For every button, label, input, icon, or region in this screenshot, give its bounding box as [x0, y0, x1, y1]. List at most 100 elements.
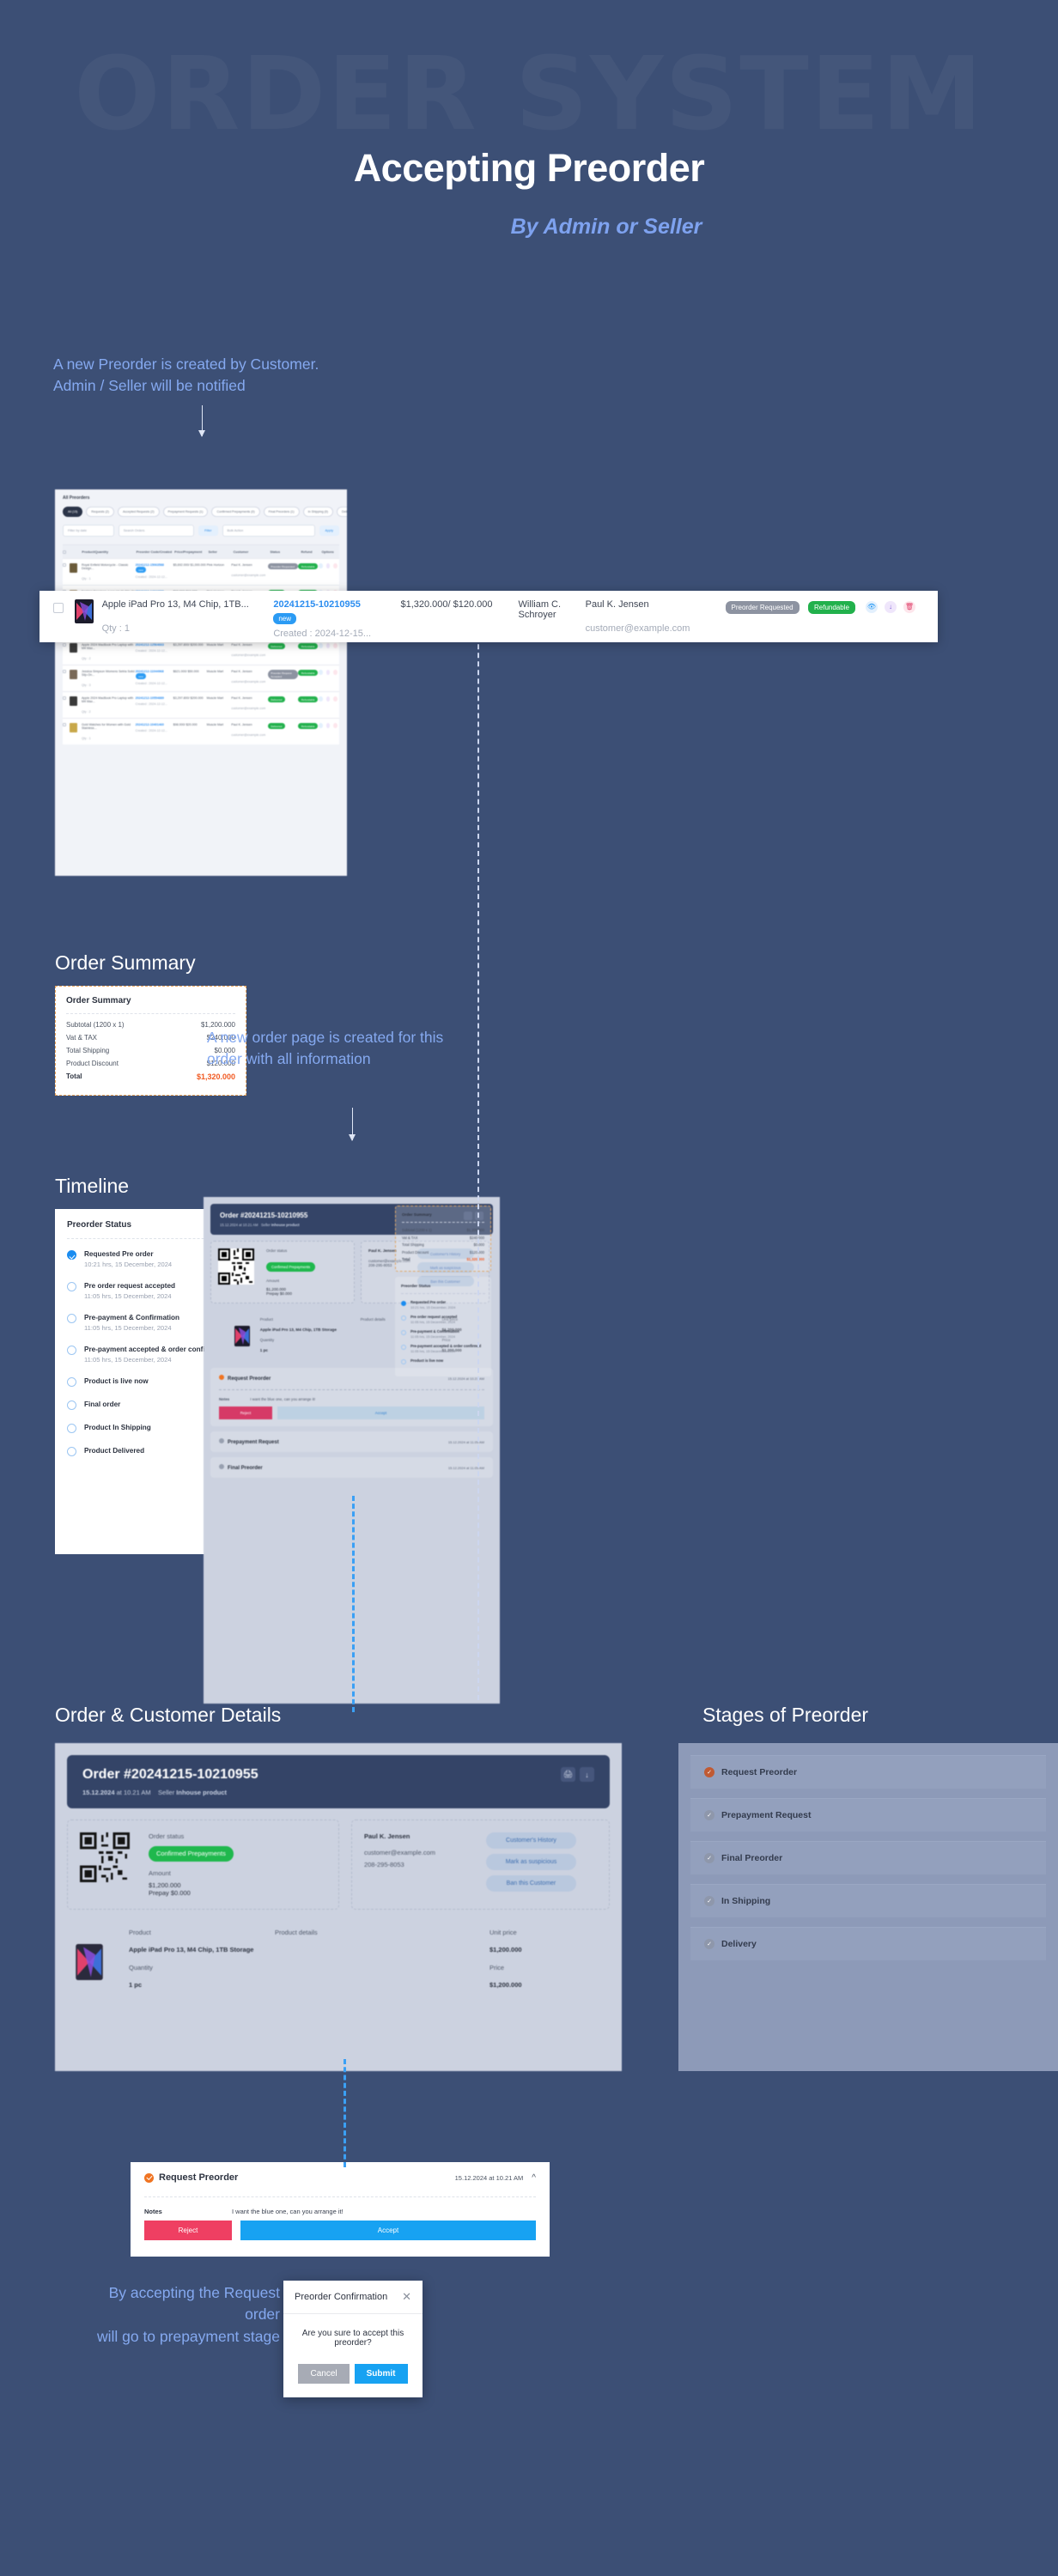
table-header-row: Product/Quantity Preorder Code/Created Pri…: [63, 544, 339, 558]
reject-button[interactable]: Reject: [144, 2221, 232, 2240]
accept-button[interactable]: Accept: [277, 1406, 484, 1419]
table-column-header: Seller: [208, 550, 217, 554]
row-preorder-code[interactable]: 20241215-10210955: [273, 599, 393, 610]
status-tab-2[interactable]: Accepted Requests (2): [117, 507, 160, 517]
summary-label: Vat & TAX: [66, 1034, 98, 1042]
accordion-prepayment-request[interactable]: Prepayment Request 15.12.2024 at 11.05 A…: [210, 1431, 493, 1452]
download-icon[interactable]: [325, 563, 331, 568]
row-checkbox[interactable]: [63, 696, 66, 700]
apply-button[interactable]: Apply: [319, 526, 339, 536]
row-price: $621.000/ $50.000: [173, 670, 199, 673]
stage-row-2[interactable]: ✓ Final Preorder: [690, 1841, 1046, 1874]
divider: [66, 1013, 235, 1014]
delete-icon[interactable]: 🗑: [903, 601, 915, 613]
timeline-label: Pre-payment & Confirmation: [84, 1314, 179, 1322]
row-preorder-code[interactable]: 20241212-10401460: [136, 723, 164, 726]
row-created: Created : 2024-12-12...: [135, 682, 167, 685]
date-filter-input[interactable]: Filter by date: [63, 525, 114, 537]
cancel-button[interactable]: Cancel: [298, 2364, 350, 2384]
row-checkbox[interactable]: [63, 643, 66, 647]
status-tab-5[interactable]: Final Preorders (1): [263, 507, 300, 517]
row-checkbox[interactable]: [53, 603, 64, 613]
download-icon[interactable]: [325, 696, 331, 702]
row-refund-badge: Refundable: [298, 643, 319, 649]
view-icon[interactable]: [318, 696, 323, 702]
row-created: Created : 2024-12-12...: [135, 649, 167, 653]
delete-icon[interactable]: [333, 643, 337, 648]
highlighted-order-row[interactable]: Apple iPad Pro 13, M4 Chip, 1TB... Qty :…: [40, 591, 938, 642]
table-column-header: Preorder Code/Created: [136, 550, 173, 554]
row-customer-name: Paul K. Jensen: [231, 563, 252, 567]
status-tab-3[interactable]: Prepayment Requests (1): [162, 507, 209, 517]
view-icon[interactable]: 👁: [866, 601, 878, 613]
row-quantity: Qty : 2: [82, 657, 91, 660]
view-icon[interactable]: [318, 563, 323, 568]
row-preorder-code[interactable]: 20241212-12564663: [136, 643, 164, 647]
arrow-down-icon-2: [349, 1108, 356, 1141]
customer-action-button-2[interactable]: Ban this Customer: [485, 1875, 576, 1892]
stage-row-3[interactable]: ✓ In Shipping: [690, 1884, 1046, 1917]
table-row[interactable]: Jessica Simpson Womens Setria Solid Slip…: [63, 665, 339, 691]
status-tab-4[interactable]: Confirmed Prepayments (0): [211, 507, 260, 517]
ocd-order-meta: 15.12.2024 at 10.21 AM Seller Inhouse pr…: [82, 1789, 228, 1796]
row-price: $5,692.000/ $1,000.000: [173, 563, 206, 567]
ocd-price-label: Price: [489, 1964, 505, 1971]
download-icon[interactable]: [325, 643, 331, 648]
order-summary-card-title: Order Summary: [66, 996, 131, 1005]
ocd-order-title: Order #20241215-10210955: [82, 1767, 258, 1782]
status-tab-1[interactable]: Requests (2): [86, 507, 114, 517]
filter-button[interactable]: Filter: [198, 526, 218, 536]
row-preorder-code[interactable]: 20241212-10554889: [136, 696, 164, 700]
row-refund-badge: Refundable: [298, 670, 319, 676]
bulk-action-select[interactable]: Bulk Action: [222, 525, 315, 537]
view-icon[interactable]: [318, 670, 323, 675]
search-input[interactable]: Search Orders: [118, 525, 195, 537]
chevron-up-icon[interactable]: ^: [532, 2173, 536, 2183]
status-tab-6[interactable]: In Shipping (0): [302, 507, 333, 517]
table-row[interactable]: Apple 2024 MacBook Pro Laptop with M4 Ma…: [63, 691, 339, 718]
view-icon[interactable]: [318, 643, 323, 648]
delete-icon[interactable]: [333, 696, 337, 702]
status-tab-7[interactable]: Delivered (9): [336, 507, 347, 517]
arrow-down-icon-1: [198, 405, 205, 437]
download-icon[interactable]: ↓: [885, 601, 897, 613]
row-checkbox[interactable]: [63, 563, 66, 567]
row-customer-name: Paul K. Jensen: [585, 599, 649, 610]
download-icon[interactable]: [325, 670, 331, 675]
stage-label: Request Preorder: [721, 1767, 798, 1777]
section-title-order-customer-details: Order & Customer Details: [55, 1704, 282, 1726]
stage-row-0[interactable]: ✓ Request Preorder: [690, 1755, 1046, 1789]
download-icon[interactable]: [325, 723, 331, 728]
close-icon[interactable]: ✕: [402, 2290, 411, 2304]
row-checkbox[interactable]: [63, 670, 66, 673]
customer-action-button-1[interactable]: Mark as suspicious: [485, 1854, 576, 1870]
submit-button[interactable]: Submit: [354, 2364, 408, 2384]
accordion-final-preorder[interactable]: Final Preorder 15.12.2024 at 11.05 AM: [210, 1457, 493, 1478]
delete-icon[interactable]: [333, 670, 337, 675]
print-icon[interactable]: 🖨: [561, 1767, 575, 1782]
delete-icon[interactable]: [333, 563, 337, 568]
product-thumbnail: [70, 723, 78, 732]
view-icon[interactable]: [318, 723, 323, 728]
table-row[interactable]: Gold Watches for Women with Gold Stainle…: [63, 718, 339, 744]
reject-button[interactable]: Reject: [219, 1406, 272, 1419]
customer-action-button-0[interactable]: Customer's History: [485, 1832, 576, 1849]
download-icon[interactable]: ↓: [580, 1767, 594, 1782]
amount-label: Amount: [266, 1279, 280, 1283]
circle-icon: [67, 1447, 76, 1457]
table-row[interactable]: Royal Enfield Motorcycle - Classic Desig…: [63, 558, 339, 585]
stage-row-4[interactable]: ✓ Delivery: [690, 1927, 1046, 1960]
select-all-checkbox[interactable]: [63, 550, 66, 554]
row-checkbox[interactable]: [63, 723, 66, 726]
ocd-details-col: Product details: [275, 1929, 318, 1936]
delete-icon[interactable]: [333, 723, 337, 728]
stage-label: Final Preorder: [721, 1853, 783, 1863]
notes-value: I want the blue one, can you arrange it!: [250, 1397, 316, 1401]
accordion-request-preorder[interactable]: Request Preorder 15.12.2024 at 10.21 AM …: [210, 1368, 493, 1426]
qr-code-icon: [218, 1249, 254, 1285]
status-tab-0[interactable]: All (15): [63, 507, 83, 517]
preorder-confirmation-modal: Preorder Confirmation ✕ Are you sure to …: [283, 2281, 423, 2397]
row-quantity: Qty : 1: [82, 577, 91, 580]
accept-button[interactable]: Accept: [240, 2221, 536, 2240]
stage-row-1[interactable]: ✓ Prepayment Request: [690, 1798, 1046, 1832]
